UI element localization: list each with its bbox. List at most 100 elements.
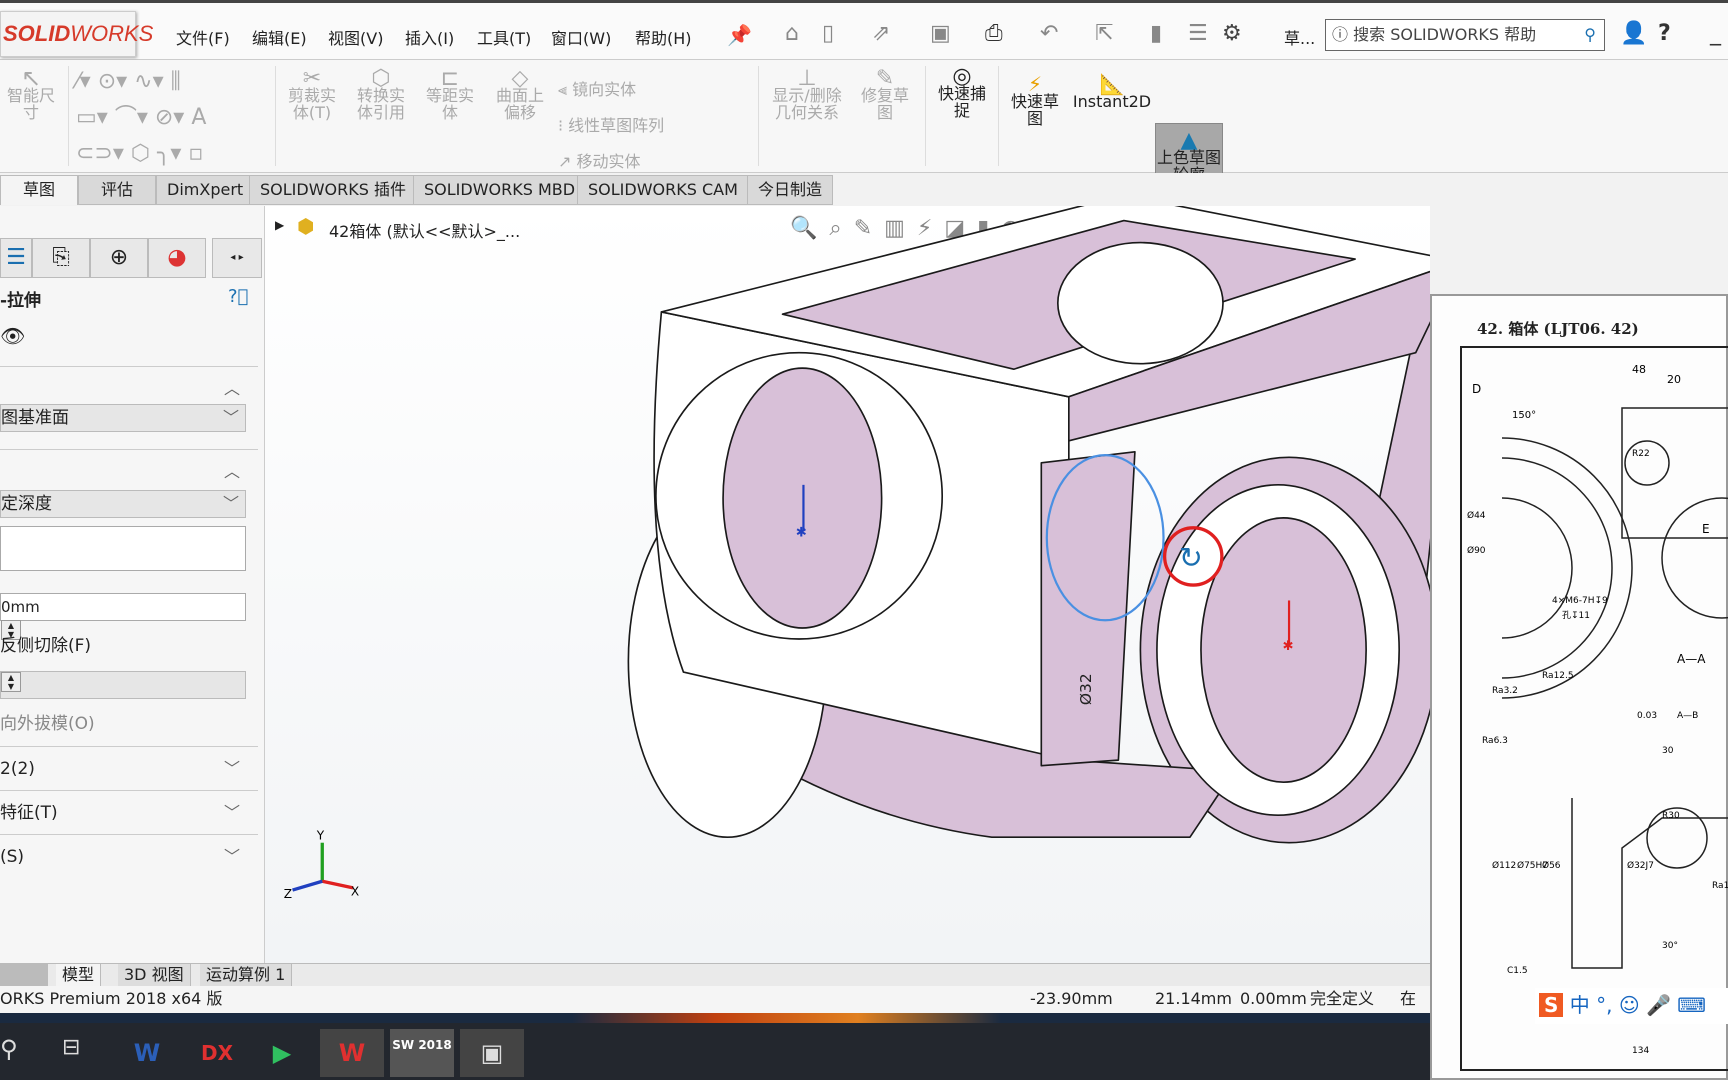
mirror-entities-button[interactable]: ⫷ 镜向实体 — [558, 72, 664, 108]
tab-evaluate[interactable]: 评估 — [78, 175, 156, 205]
menu-window[interactable]: 窗口(W) — [551, 25, 611, 49]
feature-tree-tab[interactable]: ☰ — [0, 238, 32, 278]
help-icon[interactable]: ?⃝ — [228, 286, 248, 307]
word-icon[interactable]: W — [115, 1029, 179, 1077]
rectangle-icon: ▭▾ ⌒▾ ⊘▾ A — [76, 105, 207, 130]
svg-text:0.03: 0.03 — [1637, 711, 1657, 721]
eye-icon[interactable]: 👁 — [0, 324, 25, 348]
section-direction2[interactable]: 2(2) ﹀ — [0, 746, 258, 790]
offset-entities-button[interactable]: ⊏ 等距实体 — [420, 68, 480, 122]
print-icon[interactable]: ⎙ — [985, 21, 1003, 46]
rapid-sketch-button[interactable]: ⚡ 快速草图 — [1005, 74, 1065, 127]
svg-text:4×M6-7H↧9: 4×M6-7H↧9 — [1552, 596, 1608, 606]
gear-icon[interactable]: ⚙ — [1222, 21, 1242, 46]
property-manager: ☰ ⎘ ⊕ ◕ ◂ ▸ -拉伸 ?⃝ 👁 ︿ 图基准面 ﹀ ︿ 定深度 ﹀ 0mm ▲… — [0, 206, 265, 964]
section-bodies[interactable]: (S) ﹀ — [0, 834, 258, 878]
rebuild-icon[interactable]: ▮ — [1150, 21, 1162, 46]
quick-snaps-button[interactable]: ◎ 快速捕捉 — [932, 66, 992, 120]
tab-dimxpert[interactable]: DimXpert — [156, 175, 255, 205]
solidworks-logo[interactable]: SOLIDWORKS — [0, 11, 153, 57]
file-properties-icon[interactable]: ☰ — [1188, 21, 1208, 46]
help-search-input[interactable]: ⓘ 搜索 SOLIDWORKS 帮助 ⚲ — [1325, 19, 1605, 51]
solidworks-taskbar-icon[interactable]: SW 2018 — [390, 1029, 454, 1077]
chevron-up-icon[interactable]: ︿ — [224, 458, 240, 482]
user-icon[interactable]: 👤 — [1620, 21, 1647, 46]
convert-entities-button[interactable]: ⬡ 转换实体引用 — [350, 68, 412, 122]
menu-edit[interactable]: 编辑(E) — [252, 25, 307, 49]
tab-scroll-arrows[interactable]: ◂ ▸ — [212, 238, 262, 278]
tab-model[interactable]: 模型 — [56, 964, 102, 987]
help-question-icon[interactable]: ? — [1658, 21, 1671, 46]
chevron-up-icon[interactable]: ︿ — [224, 375, 240, 399]
wps-icon[interactable]: W — [320, 1029, 384, 1077]
trim-entities-button[interactable]: ✂ 剪裁实体(T) — [282, 68, 342, 122]
tab-3d-views[interactable]: 3D 视图 — [118, 964, 191, 987]
open-icon[interactable]: ⇗ — [872, 21, 890, 46]
undo-icon[interactable]: ↶ — [1040, 21, 1058, 46]
depth-input[interactable]: 0mm ▲ ▼ — [0, 593, 246, 640]
task-view-icon[interactable]: ⊟ — [62, 1035, 80, 1060]
svg-text:48: 48 — [1632, 363, 1646, 376]
appearance-tab[interactable]: ◕ — [148, 238, 206, 278]
axis-triad: Y X Z — [284, 828, 359, 900]
tab-manufacturing[interactable]: 今日制造 — [747, 175, 834, 205]
menu-view[interactable]: 视图(V) — [328, 25, 383, 49]
instant2d-button[interactable]: 📐 Instant2D — [1072, 74, 1152, 110]
model-3d-view[interactable]: ↻ Ø32 ✱ ✱ Y X Z — [265, 206, 1430, 963]
reference-drawing-window[interactable]: 42. 箱体 (LJT06. 42) 48 20 150° Ø44 Ø90 R22 4… — [1430, 294, 1728, 1080]
property-manager-tab[interactable]: ⎘ — [32, 238, 90, 278]
product-version: ORKS Premium 2018 x64 版 — [0, 989, 223, 1008]
tab-scroll-buttons[interactable] — [0, 964, 48, 987]
flip-side-checkbox[interactable]: 反侧切除(F) — [0, 631, 91, 656]
linear-pattern-button[interactable]: ⁝ 线性草图阵列 — [558, 108, 664, 144]
coord-z: 0.00mm — [1240, 989, 1307, 1008]
draft-angle-input[interactable]: ▲ ▼ — [0, 671, 246, 699]
truncated-command[interactable]: 草... — [1284, 25, 1315, 49]
dx-app-icon[interactable]: DX — [185, 1029, 249, 1077]
home-icon[interactable]: ⌂ — [785, 21, 799, 46]
smart-dimension-button[interactable]: ↖ 智能尺寸 — [2, 66, 60, 121]
draft-outward-checkbox[interactable]: 向外拔模(O) — [0, 709, 95, 734]
section-feature-scope[interactable]: 特征(T) ﹀ — [0, 790, 258, 834]
configuration-tab[interactable]: ⊕ — [90, 238, 148, 278]
offset-on-surface-button[interactable]: ◇ 曲面上偏移 — [490, 68, 550, 122]
select-icon[interactable]: ⇱ — [1095, 21, 1113, 46]
draft-spinner[interactable]: ▲ ▼ — [1, 672, 21, 692]
repair-sketch-button[interactable]: ✎ 修复草图 — [855, 68, 915, 122]
tab-motion-study[interactable]: 运动算例 1 — [200, 964, 293, 987]
tab-mbd[interactable]: SOLIDWORKS MBD — [413, 175, 587, 205]
search-icon[interactable]: ⚲ — [0, 1035, 18, 1063]
divider — [998, 66, 999, 166]
save-icon[interactable]: ▣ — [930, 21, 951, 46]
display-relations-button[interactable]: ⊥ 显示/删除几何关系 — [765, 68, 849, 122]
pin-icon[interactable]: 📌 — [727, 23, 752, 47]
menu-file[interactable]: 文件(F) — [176, 25, 230, 49]
end-condition-select[interactable]: 定深度 ﹀ — [0, 490, 246, 518]
video-player-icon[interactable]: ▶ — [250, 1029, 314, 1077]
minimize-icon[interactable]: _ — [1710, 21, 1721, 46]
svg-text:Ø112: Ø112 — [1492, 860, 1516, 871]
tab-cam[interactable]: SOLIDWORKS CAM — [577, 175, 749, 205]
ime-toolbar[interactable]: S 中 °, ☺ 🎤 ⌨ — [1535, 988, 1728, 1024]
camera-app-icon[interactable]: ▣ — [460, 1029, 524, 1077]
command-manager-ribbon: ↖ 智能尺寸 ⁄▾ ⊙▾ ∿▾ ⫼ ▭▾ ⌒▾ ⊘▾ A ⊂⊃▾ ⬡ ╮▾ ▫ ✂ 剪裁… — [0, 60, 1728, 231]
sketch-ops-group[interactable]: ⫷ 镜向实体 ⁝ 线性草图阵列 ↗ 移动实体 — [558, 72, 664, 180]
new-file-icon[interactable]: ▯ — [822, 21, 834, 46]
search-icon[interactable]: ⚲ — [1584, 20, 1596, 50]
svg-text:R22: R22 — [1632, 449, 1650, 459]
chevron-down-icon: ﹀ — [222, 494, 239, 513]
menu-help[interactable]: 帮助(H) — [635, 25, 692, 49]
svg-text:✱: ✱ — [796, 526, 807, 541]
section-direction1[interactable]: ︿ — [0, 449, 258, 489]
tab-addins[interactable]: SOLIDWORKS 插件 — [249, 175, 417, 205]
menu-insert[interactable]: 插入(I) — [405, 25, 454, 49]
svg-text:D: D — [1472, 382, 1481, 396]
sketch-entities-group[interactable]: ⁄▾ ⊙▾ ∿▾ ⫼ ▭▾ ⌒▾ ⊘▾ A ⊂⊃▾ ⬡ ╮▾ ▫ — [76, 64, 266, 172]
tab-sketch[interactable]: 草图 — [0, 175, 78, 205]
coord-y: 21.14mm — [1155, 989, 1232, 1008]
direction-selection-box[interactable] — [0, 526, 246, 571]
menu-tools[interactable]: 工具(T) — [477, 25, 531, 49]
dimension-label[interactable]: Ø32 — [1077, 673, 1095, 705]
svg-text:134: 134 — [1632, 1046, 1649, 1056]
from-select[interactable]: 图基准面 ﹀ — [0, 404, 246, 432]
